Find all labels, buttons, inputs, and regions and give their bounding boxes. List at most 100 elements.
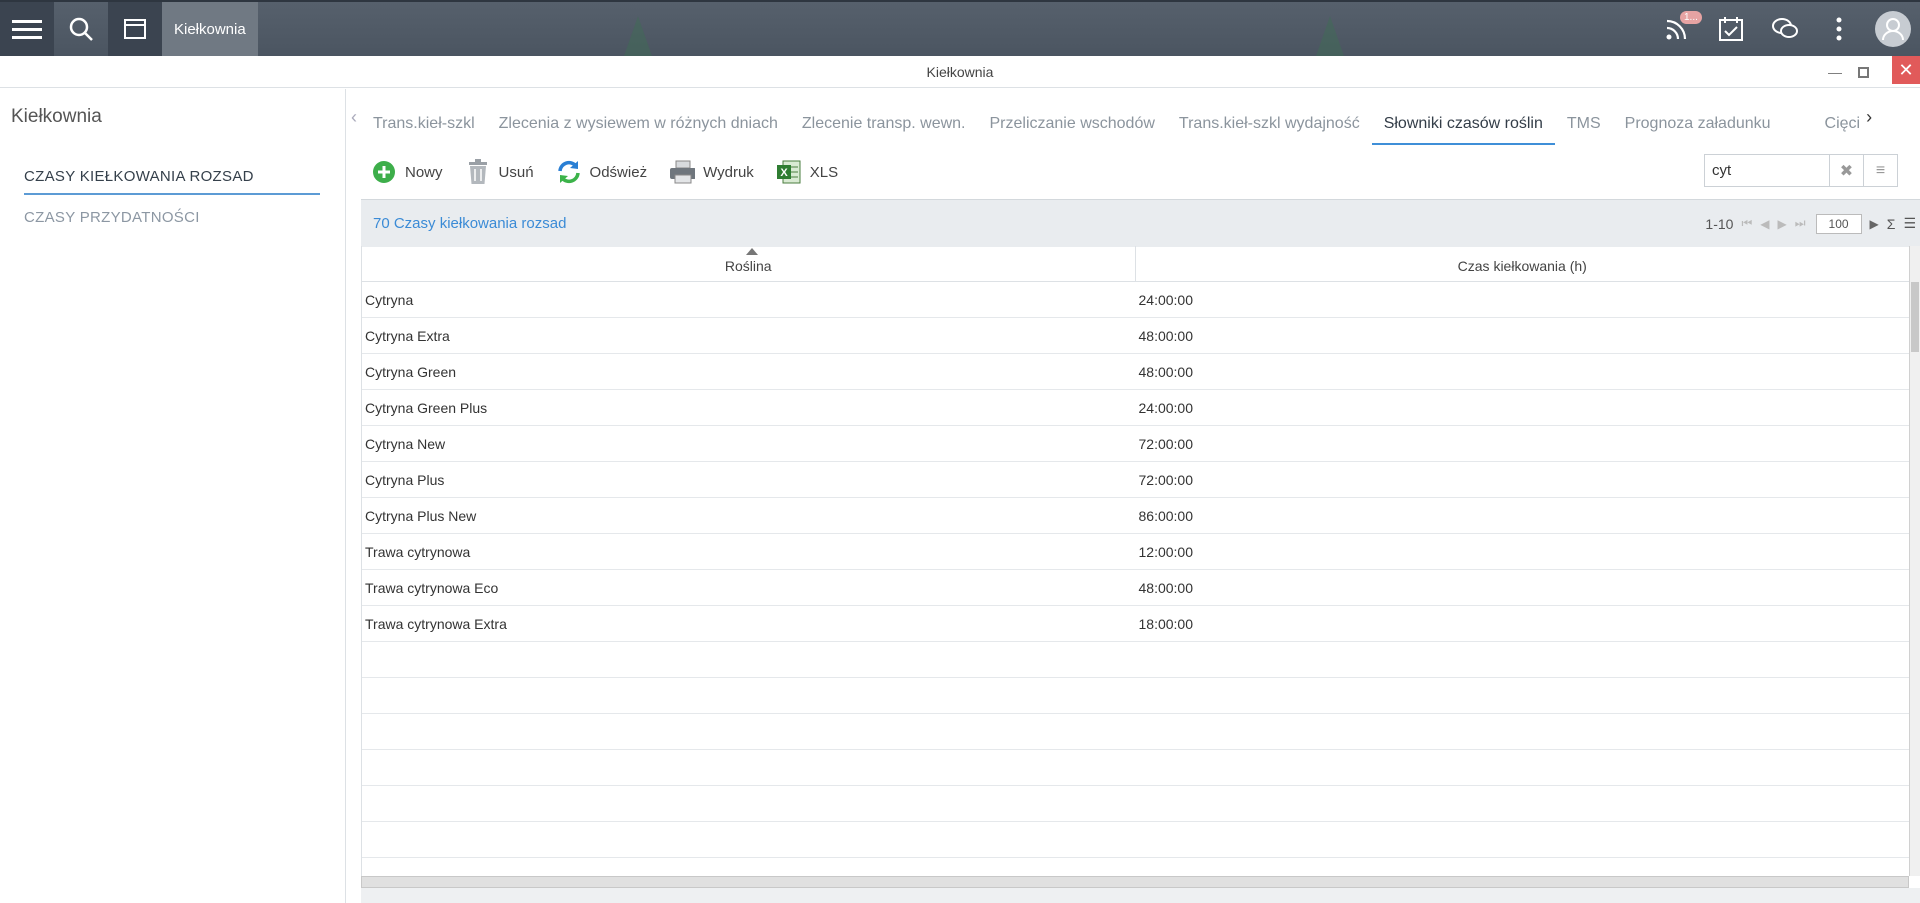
empty-row bbox=[362, 750, 1909, 786]
table-row[interactable]: Trawa cytrynowa Eco 48:00:00 bbox=[362, 570, 1909, 606]
window-title-bar: Kiełkownia — ✕ bbox=[0, 56, 1920, 88]
delete-button[interactable]: Usuń bbox=[465, 159, 534, 185]
next-page-button[interactable]: ▶ bbox=[1778, 217, 1787, 231]
calendar-button[interactable] bbox=[1704, 2, 1758, 56]
toolbar: Nowy Usuń Odśwież Wydruk X XLS ✖ ≡ bbox=[347, 145, 1920, 199]
prev-page-button[interactable]: ◀ bbox=[1760, 217, 1769, 231]
first-page-button[interactable]: ⏮ bbox=[1741, 216, 1752, 231]
search-input[interactable] bbox=[1705, 155, 1829, 186]
cell-czas: 48:00:00 bbox=[1138, 364, 1194, 380]
tab-przeliczanie-wschodow[interactable]: Przeliczanie wschodów bbox=[978, 89, 1167, 145]
app-tab[interactable]: Kiełkownia bbox=[162, 2, 258, 56]
horizontal-scrollbar[interactable] bbox=[361, 876, 1909, 888]
cell-czas: 12:00:00 bbox=[1138, 544, 1194, 560]
close-icon: ✕ bbox=[1898, 60, 1914, 80]
more-vertical-icon bbox=[1836, 17, 1842, 41]
table-row[interactable]: Cytryna Plus New 86:00:00 bbox=[362, 498, 1909, 534]
user-button[interactable] bbox=[1866, 2, 1920, 56]
minimize-icon: — bbox=[1828, 64, 1842, 80]
column-header-roslina[interactable]: Roślina bbox=[362, 246, 1136, 281]
tab-slowniki-czasow[interactable]: Słowniki czasów roślin bbox=[1371, 89, 1555, 145]
table-row[interactable]: Cytryna Green Plus 24:00:00 bbox=[362, 390, 1909, 426]
last-page-button[interactable]: ⏭ bbox=[1795, 216, 1806, 231]
column-header-row: Roślina Czas kiełkowania (h) bbox=[362, 246, 1909, 282]
table-row[interactable]: Cytryna Extra 48:00:00 bbox=[362, 318, 1909, 354]
menu-button[interactable] bbox=[0, 2, 54, 56]
printer-icon bbox=[669, 159, 696, 185]
print-button[interactable]: Wydruk bbox=[669, 159, 754, 185]
cell-czas: 72:00:00 bbox=[1138, 472, 1194, 488]
tab-scroll-right[interactable]: › bbox=[1862, 107, 1876, 128]
search-options-button[interactable]: ≡ bbox=[1863, 155, 1897, 186]
close-button[interactable]: ✕ bbox=[1892, 56, 1920, 84]
column-menu-icon[interactable]: ☰ bbox=[1903, 215, 1916, 232]
cell-roslina: Cytryna Green Plus bbox=[365, 400, 488, 416]
sidebar-title: Kiełkownia bbox=[11, 106, 102, 127]
notification-badge: 1... bbox=[1680, 11, 1702, 24]
tab-bar: ‹ Trans.kieł-szkl Zlecenia z wysiewem w … bbox=[347, 89, 1920, 145]
chevron-right-icon: › bbox=[1866, 106, 1873, 127]
table-row[interactable]: Trawa cytrynowa 12:00:00 bbox=[362, 534, 1909, 570]
sidebar-item-label: CZASY KIEŁKOWANIA ROZSAD bbox=[24, 168, 254, 185]
table-row[interactable]: Trawa cytrynowa Extra 18:00:00 bbox=[362, 606, 1909, 642]
window-title: Kiełkownia bbox=[926, 64, 994, 80]
windows-button[interactable] bbox=[108, 2, 162, 56]
page-size-input[interactable]: 100 bbox=[1815, 213, 1862, 234]
scrollbar-thumb[interactable] bbox=[1911, 282, 1919, 352]
empty-row bbox=[362, 822, 1909, 858]
column-header-label: Czas kiełkowania (h) bbox=[1457, 258, 1587, 274]
column-header-czas[interactable]: Czas kiełkowania (h) bbox=[1136, 246, 1910, 281]
excel-icon: X bbox=[776, 159, 802, 185]
tab-trans-kiel-szkl[interactable]: Trans.kieł-szkl bbox=[361, 89, 487, 145]
xls-button[interactable]: X XLS bbox=[776, 159, 838, 185]
minimize-button[interactable]: — bbox=[1826, 56, 1844, 88]
tab-trans-kiel-szkl-wydajnosc[interactable]: Trans.kieł-szkl wydajność bbox=[1167, 89, 1372, 145]
clear-search-button[interactable]: ✖ bbox=[1829, 155, 1863, 186]
cell-czas: 72:00:00 bbox=[1138, 436, 1194, 452]
tab-cieci[interactable]: Cięci bbox=[1813, 89, 1863, 145]
trash-icon bbox=[465, 159, 491, 185]
tab-zlecenia-wysiew[interactable]: Zlecenia z wysiewem w różnych dniach bbox=[487, 89, 790, 145]
app-tab-label: Kiełkownia bbox=[174, 20, 246, 38]
window-icon bbox=[124, 19, 146, 39]
go-button[interactable]: ▶ bbox=[1870, 217, 1879, 231]
cell-czas: 18:00:00 bbox=[1138, 616, 1194, 632]
xls-button-label: XLS bbox=[809, 163, 839, 181]
refresh-button[interactable]: Odśwież bbox=[556, 159, 647, 185]
tab-prognoza-zaladunku[interactable]: Prognoza załadunku bbox=[1613, 89, 1783, 145]
cell-roslina: Cytryna Extra bbox=[365, 328, 450, 344]
cell-czas: 86:00:00 bbox=[1138, 508, 1194, 524]
tab-zlecenie-transp[interactable]: Zlecenie transp. wewn. bbox=[790, 89, 978, 145]
sidebar-item-czasy-przydatnosci[interactable]: CZASY PRZYDATNOŚCI bbox=[24, 209, 320, 234]
sort-ascending-icon bbox=[746, 248, 758, 255]
maximize-button[interactable] bbox=[1854, 56, 1872, 88]
table-row[interactable]: Cytryna Plus 72:00:00 bbox=[362, 462, 1909, 498]
new-button-label: Nowy bbox=[405, 163, 443, 181]
search-button[interactable] bbox=[54, 2, 108, 56]
table-row[interactable]: Cytryna Green 48:00:00 bbox=[362, 354, 1909, 390]
table-row[interactable]: Cytryna New 72:00:00 bbox=[362, 426, 1909, 462]
table-row[interactable]: Cytryna 24:00:00 bbox=[362, 282, 1909, 318]
chat-icon bbox=[1772, 18, 1798, 38]
chevron-left-icon: ‹ bbox=[351, 106, 357, 127]
empty-row bbox=[362, 786, 1909, 822]
more-button[interactable] bbox=[1812, 2, 1866, 56]
hamburger-icon bbox=[12, 20, 42, 39]
grid-footer bbox=[361, 888, 1920, 903]
feed-button[interactable]: 1... bbox=[1650, 2, 1704, 56]
sidebar-item-label: CZASY PRZYDATNOŚCI bbox=[24, 209, 200, 226]
tab-tms[interactable]: TMS bbox=[1555, 89, 1613, 145]
list-icon: ≡ bbox=[1875, 161, 1886, 179]
cell-roslina: Cytryna Green bbox=[365, 364, 457, 380]
cell-czas: 48:00:00 bbox=[1138, 328, 1194, 344]
sidebar-item-czasy-kielkowania[interactable]: CZASY KIEŁKOWANIA ROZSAD bbox=[24, 168, 320, 195]
new-button[interactable]: Nowy bbox=[371, 159, 443, 185]
empty-row bbox=[362, 714, 1909, 750]
vertical-scrollbar[interactable] bbox=[1909, 246, 1920, 876]
sum-icon[interactable]: Σ bbox=[1887, 216, 1896, 232]
tab-scroll-left[interactable]: ‹ bbox=[347, 107, 361, 128]
data-grid: Roślina Czas kiełkowania (h) Cytryna 24:0… bbox=[361, 246, 1909, 876]
chat-button[interactable] bbox=[1758, 2, 1812, 56]
calendar-icon bbox=[1719, 17, 1743, 41]
cell-czas: 48:00:00 bbox=[1138, 580, 1194, 596]
